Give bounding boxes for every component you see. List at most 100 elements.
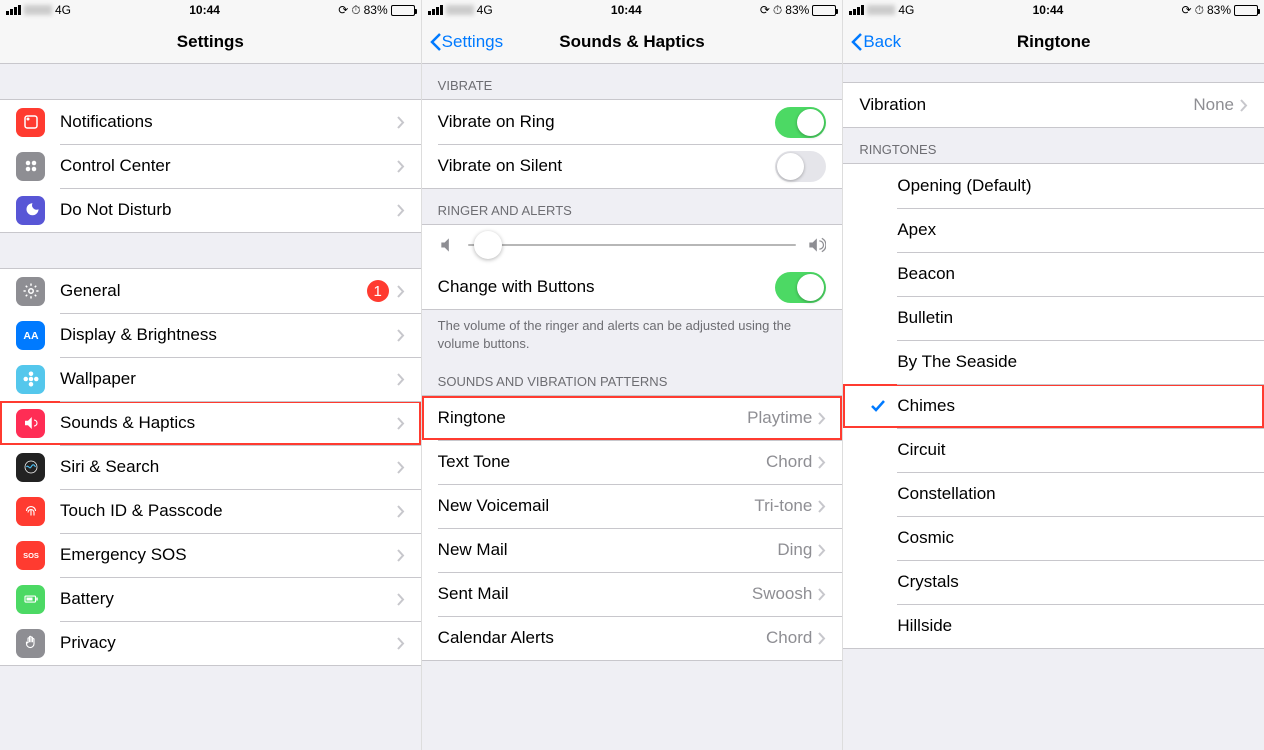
ringtone-row-beacon[interactable]: Beacon <box>843 252 1264 296</box>
cell-label: Wallpaper <box>60 369 397 389</box>
cell-label: Change with Buttons <box>438 277 776 297</box>
settings-group-2: General1 AA Display & Brightness Wallpaper S… <box>0 268 421 666</box>
settings-row-do-not-disturb[interactable]: Do Not Disturb <box>0 188 421 232</box>
toggle[interactable] <box>775 107 826 138</box>
siri-icon <box>16 453 45 482</box>
sounds-haptics-screen: 4G 10:44 ⟳ ⏱ 83% Settings Sounds & Hapti… <box>422 0 844 750</box>
battery-icon <box>1234 5 1258 16</box>
flower-icon <box>16 365 45 394</box>
settings-screen: 4G 10:44 ⟳ ⏱ 83% Settings NotificationsC… <box>0 0 422 750</box>
cell-label: Circuit <box>897 440 1248 460</box>
ringtone-row-by-the-seaside[interactable]: By The Seaside <box>843 340 1264 384</box>
settings-row-display-brightness[interactable]: AA Display & Brightness <box>0 313 421 357</box>
ringtone-row-cosmic[interactable]: Cosmic <box>843 516 1264 560</box>
settings-row-touch-id-passcode[interactable]: Touch ID & Passcode <box>0 489 421 533</box>
settings-row-wallpaper[interactable]: Wallpaper <box>0 357 421 401</box>
cell-label: Notifications <box>60 112 397 132</box>
vibrate-row: Vibrate on Ring <box>422 100 843 144</box>
battery-percent: 83% <box>364 3 388 17</box>
settings-row-siri-search[interactable]: Siri & Search <box>0 445 421 489</box>
battery-percent: 83% <box>785 3 809 17</box>
cell-label: Display & Brightness <box>60 325 397 345</box>
ringtone-row-circuit[interactable]: Circuit <box>843 428 1264 472</box>
cell-value: None <box>1193 95 1234 115</box>
ringtone-row-opening-default-[interactable]: Opening (Default) <box>843 164 1264 208</box>
cell-label: Cosmic <box>897 528 1248 548</box>
lock-rotate-icon: ⟳ <box>338 3 348 17</box>
cell-label: Text Tone <box>438 452 766 472</box>
nav-bar: Settings <box>0 20 421 64</box>
cell-label: Siri & Search <box>60 457 397 477</box>
lock-rotate-icon: ⟳ <box>760 3 770 17</box>
settings-row-emergency-sos[interactable]: SOSEmergency SOS <box>0 533 421 577</box>
chevron-right-icon <box>397 204 405 217</box>
back-button[interactable]: Back <box>851 32 901 52</box>
ringtone-row-chimes[interactable]: Chimes <box>843 384 1264 428</box>
ringtone-row-constellation[interactable]: Constellation <box>843 472 1264 516</box>
cell-label: Ringtone <box>438 408 747 428</box>
section-header-sounds: SOUNDS AND VIBRATION PATTERNS <box>422 360 843 395</box>
nav-bar: Back Ringtone <box>843 20 1264 64</box>
settings-row-general[interactable]: General1 <box>0 269 421 313</box>
sound-row-text-tone[interactable]: Text ToneChord <box>422 440 843 484</box>
moon-icon <box>16 196 45 225</box>
ringtone-row-bulletin[interactable]: Bulletin <box>843 296 1264 340</box>
toggle[interactable] <box>775 151 826 182</box>
chevron-right-icon <box>397 461 405 474</box>
chevron-right-icon <box>397 116 405 129</box>
fingerprint-icon <box>16 497 45 526</box>
battery-percent: 83% <box>1207 3 1231 17</box>
cell-label: Sent Mail <box>438 584 752 604</box>
alarm-icon: ⏱ <box>351 3 360 18</box>
sound-row-new-mail[interactable]: New MailDing <box>422 528 843 572</box>
alarm-icon: ⏱ <box>1195 3 1204 18</box>
gear-icon <box>16 277 45 306</box>
carrier-blur <box>867 5 895 15</box>
notifications-icon <box>16 108 45 137</box>
hand-icon <box>16 629 45 658</box>
chevron-right-icon <box>397 593 405 606</box>
chevron-right-icon <box>818 500 826 513</box>
back-button[interactable]: Settings <box>430 32 503 52</box>
aa-icon: AA <box>16 321 45 350</box>
page-title: Sounds & Haptics <box>559 32 704 52</box>
ringtone-row-hillside[interactable]: Hillside <box>843 604 1264 648</box>
cell-label: New Voicemail <box>438 496 755 516</box>
status-bar: 4G 10:44 ⟳ ⏱ 83% <box>422 0 843 20</box>
page-title: Settings <box>177 32 244 52</box>
cell-label: Do Not Disturb <box>60 200 397 220</box>
settings-row-privacy[interactable]: Privacy <box>0 621 421 665</box>
settings-row-sounds-haptics[interactable]: Sounds & Haptics <box>0 401 421 445</box>
control-center-icon <box>16 152 45 181</box>
cell-label: Calendar Alerts <box>438 628 766 648</box>
chevron-right-icon <box>818 544 826 557</box>
cell-label: Battery <box>60 589 397 609</box>
signal-icon <box>428 5 443 15</box>
selection-indicator <box>859 398 897 414</box>
ringtone-row-apex[interactable]: Apex <box>843 208 1264 252</box>
cell-label: Beacon <box>897 264 1248 284</box>
chevron-right-icon <box>397 160 405 173</box>
chevron-right-icon <box>397 637 405 650</box>
settings-row-control-center[interactable]: Control Center <box>0 144 421 188</box>
status-bar: 4G 10:44 ⟳ ⏱ 83% <box>843 0 1264 20</box>
sound-row-new-voicemail[interactable]: New VoicemailTri-tone <box>422 484 843 528</box>
volume-slider[interactable] <box>468 244 797 246</box>
speaker-high-icon <box>806 235 826 255</box>
change-with-buttons-toggle[interactable] <box>775 272 826 303</box>
settings-row-notifications[interactable]: Notifications <box>0 100 421 144</box>
settings-row-battery[interactable]: Battery <box>0 577 421 621</box>
cell-label: Opening (Default) <box>897 176 1248 196</box>
alarm-icon: ⏱ <box>773 3 782 18</box>
battery-icon <box>391 5 415 16</box>
status-time: 10:44 <box>189 3 220 17</box>
sound-row-sent-mail[interactable]: Sent MailSwoosh <box>422 572 843 616</box>
carrier-blur <box>24 5 52 15</box>
ringtone-row-crystals[interactable]: Crystals <box>843 560 1264 604</box>
vibration-row[interactable]: Vibration None <box>843 83 1264 127</box>
chevron-right-icon <box>818 412 826 425</box>
sound-row-calendar-alerts[interactable]: Calendar AlertsChord <box>422 616 843 660</box>
status-time: 10:44 <box>611 3 642 17</box>
battery-icon <box>16 585 45 614</box>
sound-row-ringtone[interactable]: RingtonePlaytime <box>422 396 843 440</box>
